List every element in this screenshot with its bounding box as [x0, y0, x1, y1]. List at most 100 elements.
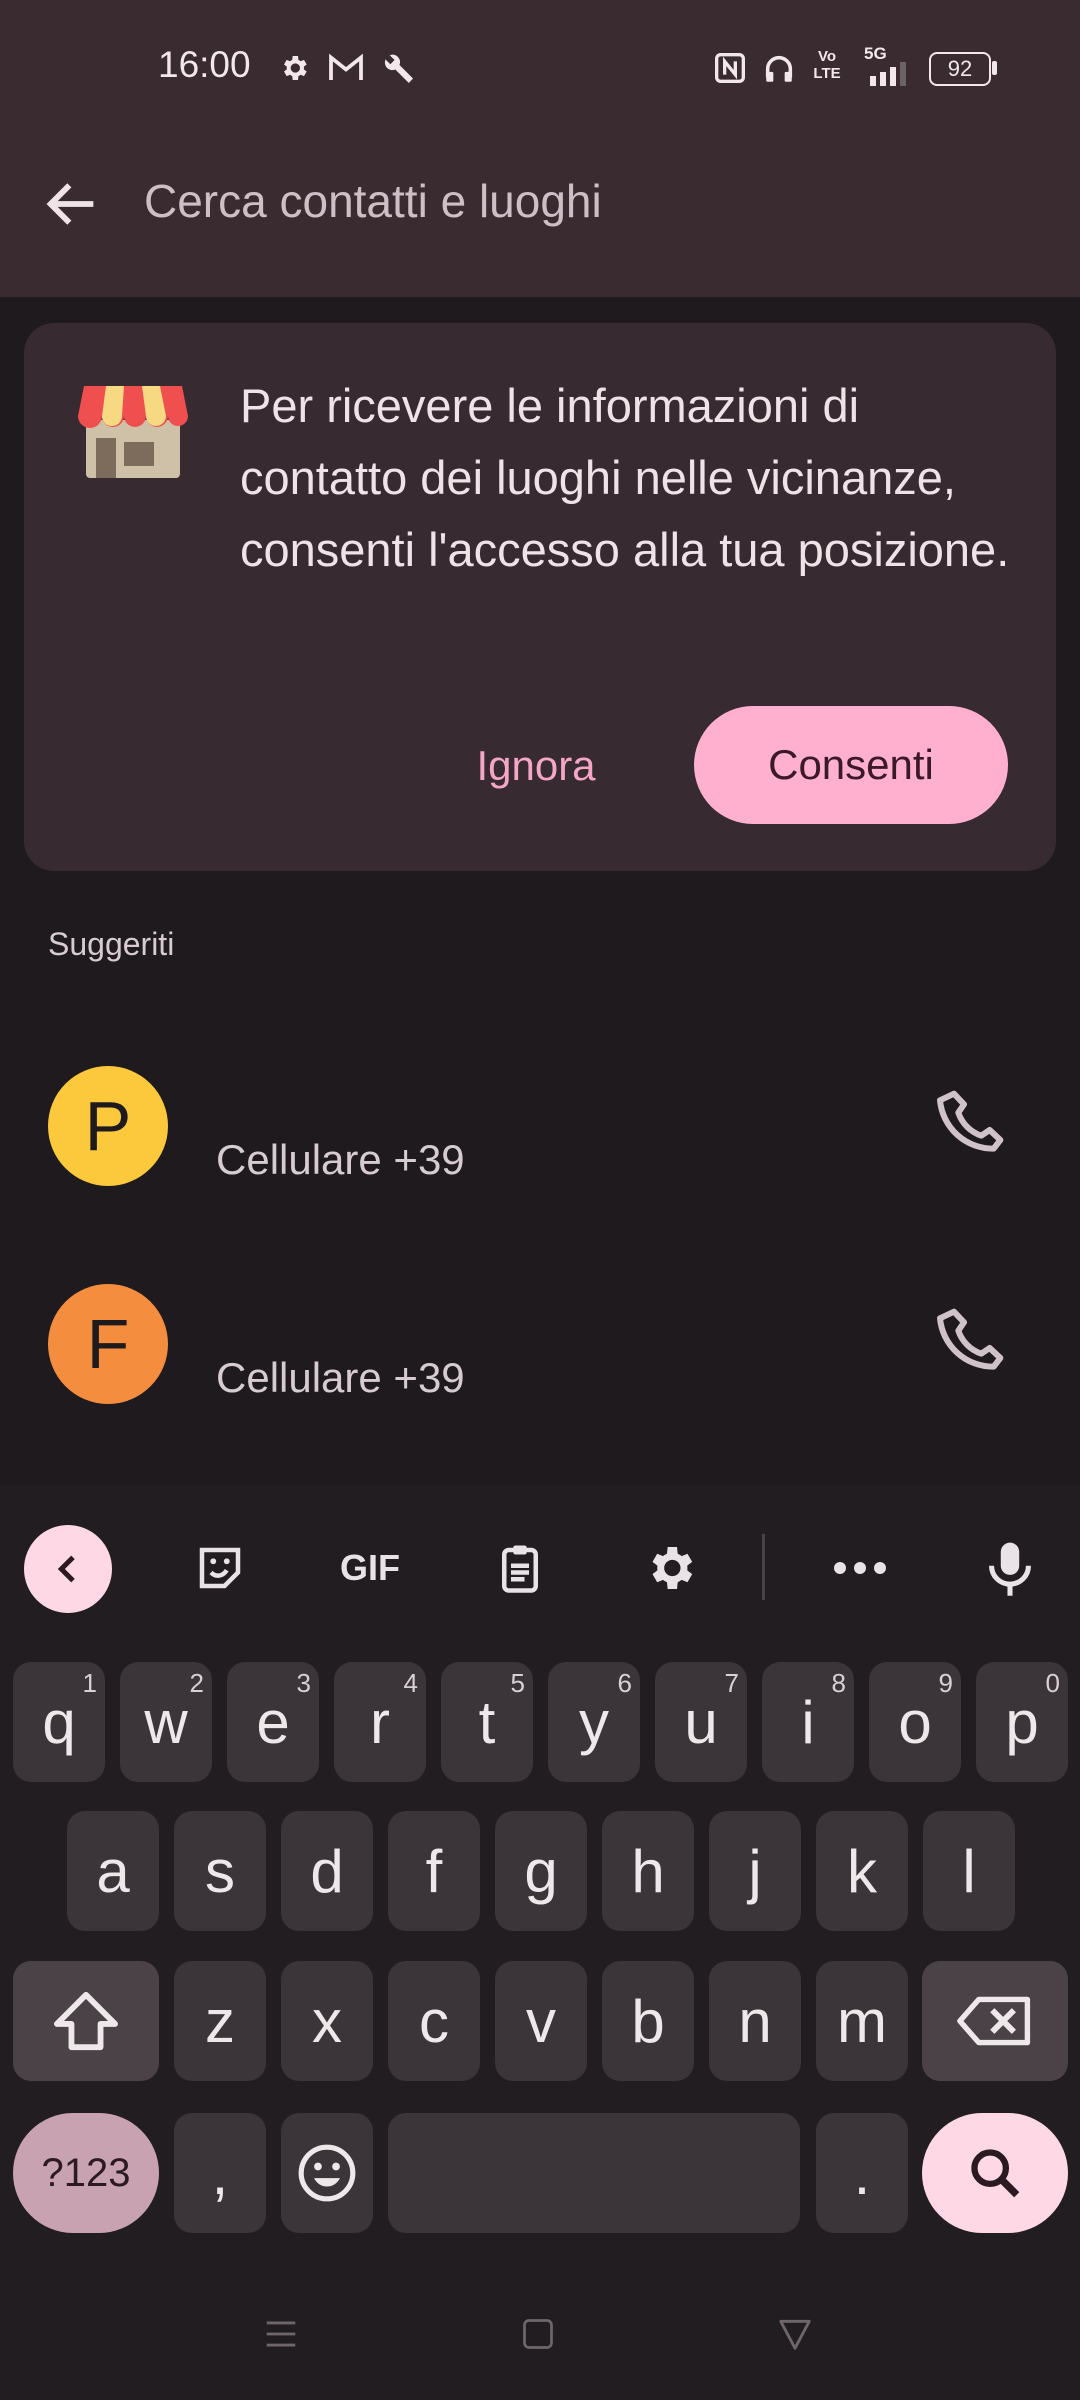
more-button[interactable]: [820, 1525, 900, 1611]
key-label: w: [144, 1688, 188, 1756]
ignore-button[interactable]: Ignora: [436, 706, 636, 826]
key-number-hint: 8: [831, 1668, 846, 1698]
key-label: e: [256, 1688, 290, 1756]
phone-icon[interactable]: [932, 1300, 1012, 1380]
key-g[interactable]: g: [495, 1811, 587, 1931]
search-input[interactable]: Cerca contatti e luoghi: [144, 174, 602, 228]
toolbar-divider: [762, 1534, 765, 1600]
key-z[interactable]: z: [174, 1961, 266, 2081]
sticker-icon: [199, 1547, 241, 1589]
gmail-icon: [329, 53, 363, 80]
voice-input-button[interactable]: [970, 1525, 1050, 1611]
key-label: u: [684, 1688, 718, 1756]
battery-icon: 92: [929, 52, 991, 86]
home-nav-icon[interactable]: [520, 2315, 556, 2353]
key-b[interactable]: b: [602, 1961, 694, 2081]
key-number-hint: 0: [1045, 1668, 1060, 1698]
key-m[interactable]: m: [816, 1961, 908, 2081]
key-q[interactable]: q1: [13, 1662, 105, 1782]
key-label: r: [370, 1688, 390, 1756]
suggestions-heading: Suggeriti: [48, 926, 175, 962]
contact-detail: Cellulare +39: [216, 1354, 465, 1401]
contact-detail: Cellulare +39: [216, 1136, 465, 1183]
key-number-hint: 2: [189, 1668, 204, 1698]
key-number-hint: 3: [296, 1668, 311, 1698]
battery-level: 92: [947, 56, 973, 81]
headphones-icon: [765, 55, 793, 82]
back-icon: [57, 1555, 75, 1583]
key-number-hint: 7: [724, 1668, 739, 1698]
key-x[interactable]: x: [281, 1961, 373, 2081]
key-p[interactable]: p0: [976, 1662, 1068, 1782]
keyboard: [0, 1485, 1080, 2400]
battery-tip: [992, 61, 997, 75]
key-h[interactable]: h: [602, 1811, 694, 1931]
backspace-key[interactable]: [922, 1961, 1068, 2081]
symbols-key[interactable]: ?123: [13, 2113, 159, 2233]
keyboard-back-button[interactable]: [24, 1525, 112, 1613]
search-icon: [971, 2149, 1020, 2198]
shift-key[interactable]: [13, 1961, 159, 2081]
key-e[interactable]: e3: [227, 1662, 319, 1782]
key-j[interactable]: j: [709, 1811, 801, 1931]
back-arrow-icon[interactable]: [40, 172, 104, 236]
backspace-icon: [957, 1996, 1031, 2046]
key-number-hint: 5: [510, 1668, 525, 1698]
clipboard-button[interactable]: [480, 1525, 560, 1611]
signal-5g-icon: [870, 62, 906, 86]
wrench-icon: [384, 54, 413, 83]
emoji-icon: [298, 2144, 356, 2202]
network-type: 5G: [864, 44, 887, 63]
search-key[interactable]: [922, 2113, 1068, 2233]
key-number-hint: 1: [82, 1668, 97, 1698]
key-number-hint: 9: [938, 1668, 953, 1698]
microphone-icon: [989, 1542, 1031, 1596]
key-w[interactable]: w2: [120, 1662, 212, 1782]
key-label: y: [579, 1688, 609, 1756]
key-t[interactable]: t5: [441, 1662, 533, 1782]
contact-row[interactable]: F Cellulare +39: [0, 1246, 1080, 1446]
key-o[interactable]: o9: [869, 1662, 961, 1782]
avatar: F: [48, 1284, 168, 1404]
key-i[interactable]: i8: [762, 1662, 854, 1782]
key-s[interactable]: s: [174, 1811, 266, 1931]
period-key[interactable]: .: [816, 2113, 908, 2233]
key-v[interactable]: v: [495, 1961, 587, 2081]
settings-icon: [652, 1547, 693, 1589]
key-label: o: [898, 1688, 932, 1756]
key-l[interactable]: l: [923, 1811, 1015, 1931]
comma-key[interactable]: ,: [174, 2113, 266, 2233]
key-number-hint: 6: [617, 1668, 632, 1698]
phone-icon[interactable]: [932, 1082, 1012, 1162]
key-y[interactable]: y6: [548, 1662, 640, 1782]
nfc-icon: [715, 53, 745, 83]
space-key[interactable]: [388, 2113, 800, 2233]
settings-icon: [284, 56, 307, 80]
allow-button[interactable]: Consenti: [694, 706, 1008, 824]
volte-icon: Vo LTE: [813, 48, 841, 82]
sticker-button[interactable]: [180, 1525, 260, 1611]
contact-row[interactable]: P Cellulare +39: [0, 1028, 1080, 1228]
key-k[interactable]: k: [816, 1811, 908, 1931]
back-nav-icon[interactable]: [776, 2315, 814, 2353]
menu-nav-icon[interactable]: [262, 2315, 300, 2353]
gif-button[interactable]: GIF: [320, 1525, 420, 1611]
key-label: q: [42, 1688, 76, 1756]
key-c[interactable]: c: [388, 1961, 480, 2081]
clipboard-icon: [502, 1545, 538, 1593]
emoji-key[interactable]: [281, 2113, 373, 2233]
key-f[interactable]: f: [388, 1811, 480, 1931]
key-u[interactable]: u7: [655, 1662, 747, 1782]
avatar: P: [48, 1066, 168, 1186]
keyboard-settings-button[interactable]: [630, 1525, 710, 1611]
key-r[interactable]: r4: [334, 1662, 426, 1782]
key-a[interactable]: a: [67, 1811, 159, 1931]
store-icon: [78, 386, 188, 478]
status-time: 16:00: [158, 44, 251, 85]
shift-icon: [54, 1991, 118, 2051]
key-n[interactable]: n: [709, 1961, 801, 2081]
key-label: p: [1005, 1688, 1039, 1756]
permission-message: Per ricevere le informazioni di contatto…: [240, 379, 1010, 576]
key-d[interactable]: d: [281, 1811, 373, 1931]
key-label: t: [478, 1688, 496, 1756]
